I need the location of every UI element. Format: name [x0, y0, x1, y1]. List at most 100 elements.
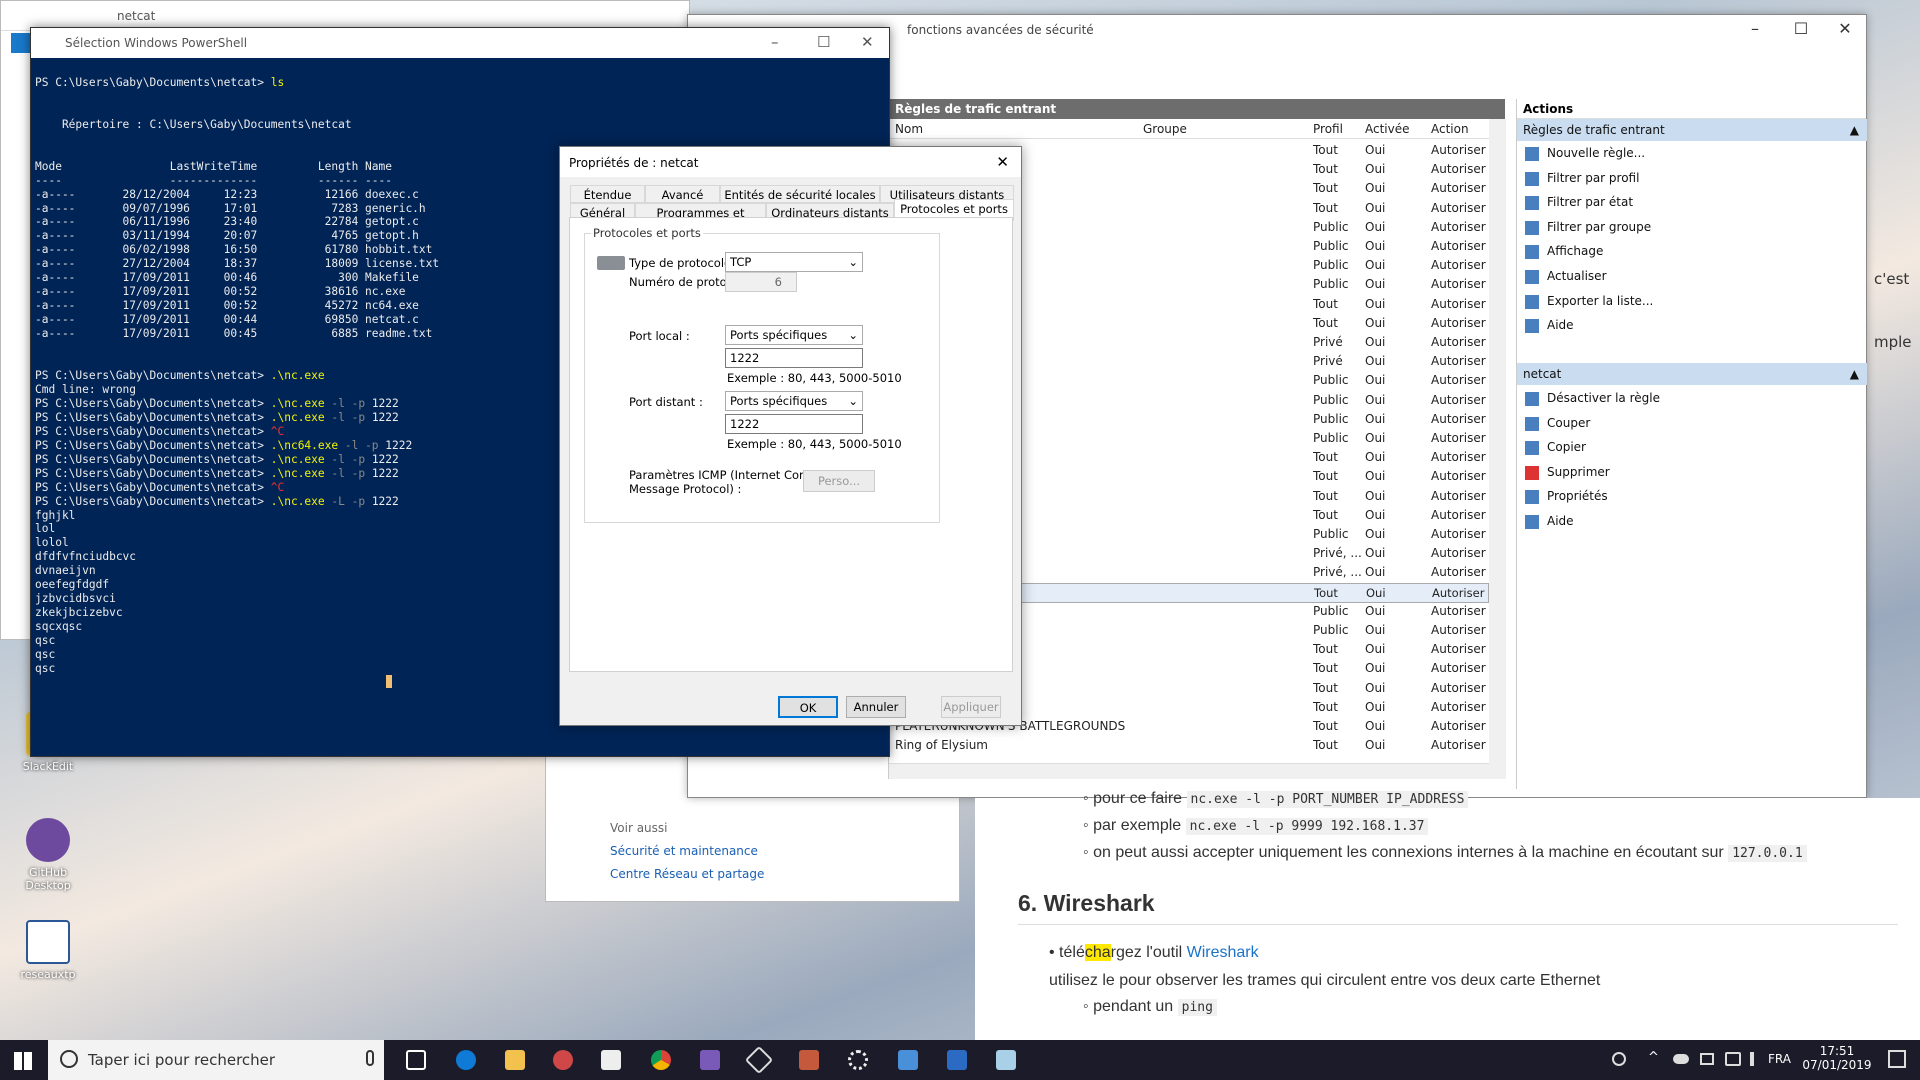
- firewall-app-icon[interactable]: [898, 1050, 918, 1070]
- cell-enabled: Oui: [1365, 450, 1386, 465]
- col-action[interactable]: Action: [1431, 122, 1469, 136]
- action-item[interactable]: Couper: [1517, 412, 1867, 436]
- highlight: cha: [1084, 944, 1111, 961]
- task-view-icon[interactable]: [406, 1050, 426, 1070]
- close-button[interactable]: ✕: [1822, 19, 1868, 38]
- network-icon[interactable]: [1725, 1052, 1741, 1066]
- cell-profile: Privé, ...: [1313, 565, 1362, 580]
- collapse-icon[interactable]: ▲: [1850, 123, 1859, 137]
- table-row[interactable]: Ring of Elysium Tout Oui Autoriser: [889, 736, 1489, 755]
- file-explorer-icon[interactable]: [505, 1050, 525, 1070]
- action-item[interactable]: Affichage: [1517, 240, 1867, 264]
- protocol-type-label: Type de protocole :: [629, 256, 739, 270]
- code: ping: [1177, 999, 1217, 1016]
- action-label: Supprimer: [1547, 464, 1610, 479]
- actions-pane: Actions Règles de trafic entrant ▲ Nouvel…: [1516, 99, 1867, 789]
- remote-port-label: Port distant :: [629, 395, 703, 409]
- col-name[interactable]: Nom: [895, 122, 923, 136]
- chrome-icon[interactable]: [651, 1050, 671, 1070]
- cell-action: Autoriser: [1431, 315, 1486, 330]
- settings-gear-icon[interactable]: [848, 1050, 868, 1070]
- desktop-icon-reseauxtp[interactable]: reseauxtp: [8, 920, 88, 981]
- mail-icon[interactable]: [601, 1050, 621, 1070]
- col-profile[interactable]: Profil: [1313, 122, 1343, 136]
- cell-enabled: Oui: [1365, 315, 1386, 330]
- minimize-button[interactable]: –: [1732, 19, 1778, 38]
- action-item[interactable]: Copier: [1517, 436, 1867, 460]
- section-label: Règles de trafic entrant: [1523, 123, 1665, 137]
- action-item[interactable]: Désactiver la règle: [1517, 387, 1867, 411]
- cell-profile: Tout: [1313, 507, 1338, 522]
- app-icon[interactable]: [553, 1050, 573, 1070]
- cell-profile: Tout: [1313, 738, 1338, 753]
- virtualbox-icon[interactable]: [744, 1045, 774, 1075]
- action-item[interactable]: Nouvelle règle...: [1517, 142, 1867, 166]
- action-item[interactable]: Aide: [1517, 314, 1867, 338]
- wireshark-link[interactable]: Wireshark: [1187, 944, 1259, 961]
- security-maintenance-link[interactable]: Sécurité et maintenance: [610, 844, 758, 858]
- chevron-up-icon[interactable]: ^: [1648, 1050, 1659, 1065]
- ok-button[interactable]: OK: [778, 696, 838, 718]
- rules-column-headers: Nom Groupe Profil Activée Action: [889, 119, 1506, 139]
- action-item[interactable]: Filtrer par profil: [1517, 167, 1867, 191]
- action-item[interactable]: Propriétés: [1517, 485, 1867, 509]
- action-label: Nouvelle règle...: [1547, 146, 1646, 160]
- cell-enabled: Oui: [1365, 661, 1386, 676]
- powershell-icon[interactable]: [947, 1050, 967, 1070]
- actions-section-inbound[interactable]: Règles de trafic entrant ▲: [1517, 119, 1867, 141]
- remote-port-select[interactable]: Ports spécifiques ⌄: [725, 391, 863, 411]
- microphone-icon[interactable]: [366, 1050, 374, 1066]
- search-box[interactable]: Taper ici pour rechercher: [48, 1040, 384, 1080]
- cell-enabled: Oui: [1365, 411, 1386, 426]
- maximize-button[interactable]: ☐: [1778, 19, 1824, 38]
- action-item[interactable]: Exporter la liste...: [1517, 290, 1867, 314]
- col-enabled[interactable]: Activée: [1365, 122, 1410, 136]
- cell-profile: Tout: [1313, 181, 1338, 196]
- people-icon[interactable]: [1612, 1052, 1626, 1066]
- close-button[interactable]: ✕: [996, 153, 1009, 171]
- edge-icon[interactable]: [456, 1050, 476, 1070]
- maximize-button[interactable]: ☐: [817, 33, 830, 51]
- battery-icon[interactable]: [1700, 1053, 1714, 1065]
- desktop-icon-github[interactable]: GitHub Desktop: [8, 818, 88, 892]
- protocol-type-select[interactable]: TCP ⌄: [725, 252, 863, 272]
- col-group[interactable]: Groupe: [1143, 122, 1187, 136]
- local-port-select[interactable]: Ports spécifiques ⌄: [725, 325, 863, 345]
- cell-action: Autoriser: [1431, 296, 1486, 311]
- volume-icon[interactable]: [1750, 1052, 1764, 1066]
- cancel-button[interactable]: Annuler: [846, 696, 906, 718]
- tab-entites-securite[interactable]: Entités de sécurité locales: [720, 185, 880, 203]
- discord-icon[interactable]: [700, 1050, 720, 1070]
- tab-avance[interactable]: Avancé: [645, 185, 720, 203]
- icmp-custom-button[interactable]: Perso...: [803, 470, 875, 492]
- notifications-icon[interactable]: [1888, 1050, 1906, 1068]
- start-windows-icon[interactable]: [14, 1052, 32, 1070]
- properties-dialog: Propriétés de : netcat ✕ Étendue Avancé E…: [559, 146, 1022, 726]
- action-item[interactable]: Filtrer par groupe: [1517, 216, 1867, 240]
- action-item[interactable]: Filtrer par état: [1517, 191, 1867, 215]
- remote-port-input[interactable]: 1222: [725, 414, 863, 434]
- cell-profile: Tout: [1313, 680, 1338, 695]
- protocol-number-stepper[interactable]: 6: [725, 272, 797, 292]
- onedrive-icon[interactable]: [1673, 1054, 1689, 1064]
- minimize-button[interactable]: –: [771, 33, 779, 51]
- action-item[interactable]: Aide: [1517, 510, 1867, 534]
- network-center-link[interactable]: Centre Réseau et partage: [610, 867, 764, 881]
- app-icon[interactable]: [996, 1050, 1016, 1070]
- action-item[interactable]: Supprimer: [1517, 461, 1867, 485]
- cell-action: Autoriser: [1431, 603, 1486, 618]
- doc-fragment: c'est: [1874, 270, 1910, 288]
- vertical-scrollbar[interactable]: [1489, 119, 1506, 779]
- text: rgez l'outil: [1110, 944, 1183, 961]
- action-item[interactable]: Actualiser: [1517, 265, 1867, 289]
- actions-section-netcat[interactable]: netcat ▲: [1517, 363, 1867, 385]
- app-icon[interactable]: [799, 1050, 819, 1070]
- apply-button[interactable]: Appliquer: [941, 696, 1001, 718]
- local-port-input[interactable]: 1222: [725, 348, 863, 368]
- clock[interactable]: 17:51 07/01/2019: [1802, 1044, 1872, 1072]
- close-button[interactable]: ✕: [861, 33, 874, 51]
- language-indicator[interactable]: FRA: [1768, 1052, 1791, 1066]
- collapse-icon[interactable]: ▲: [1850, 367, 1859, 381]
- horizontal-scrollbar[interactable]: [889, 763, 1489, 779]
- tab-etendue[interactable]: Étendue: [570, 185, 645, 203]
